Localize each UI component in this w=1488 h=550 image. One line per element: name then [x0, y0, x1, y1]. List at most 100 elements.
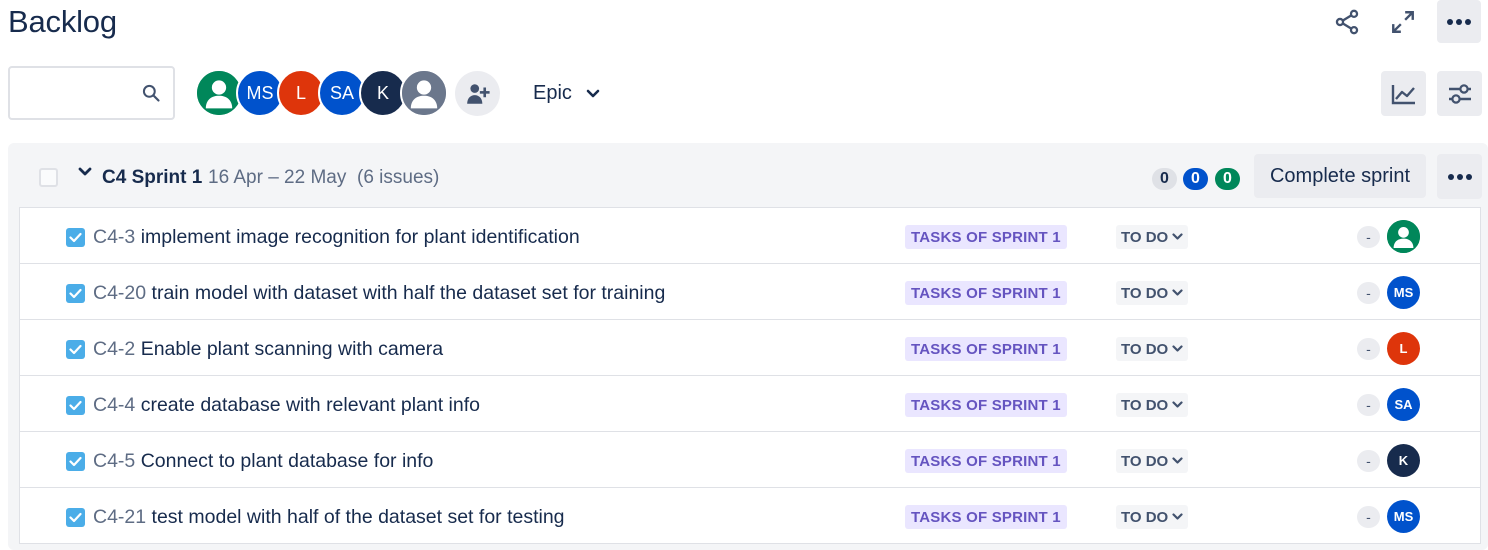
issue-key-and-summary[interactable]: C4-20 train model with dataset with half…: [93, 282, 665, 305]
issue-row[interactable]: C4-2 Enable plant scanning with camera TA…: [20, 320, 1480, 376]
epic-lozenge[interactable]: TASKS OF SPRINT 1: [905, 225, 1067, 249]
assignee-initials: MS: [1393, 509, 1414, 524]
status-dropdown[interactable]: TO DO: [1116, 225, 1189, 249]
status-label: TO DO: [1121, 508, 1169, 526]
checkbox-check-icon: [69, 400, 82, 411]
in-progress-count-badge: 0: [1183, 168, 1208, 190]
issue-key-and-summary[interactable]: C4-3 implement image recognition for pla…: [93, 226, 580, 249]
status-dropdown[interactable]: TO DO: [1116, 505, 1189, 529]
add-people-button[interactable]: [455, 71, 500, 116]
epic-lozenge[interactable]: TASKS OF SPRINT 1: [905, 505, 1067, 529]
assignee-initials: L: [1399, 341, 1408, 356]
view-settings-icon: [1448, 83, 1471, 104]
add-person-icon: [466, 83, 490, 104]
assignee-initials: MS: [1393, 285, 1414, 300]
story-points-badge[interactable]: -: [1357, 450, 1380, 472]
chevron-down-icon: [1172, 289, 1183, 296]
avatar-initials: SA: [329, 82, 354, 103]
task-type-icon: [66, 284, 85, 303]
issue-key-and-summary[interactable]: C4-21 test model with half of the datase…: [93, 506, 565, 529]
assignee-avatar[interactable]: K: [1387, 444, 1420, 477]
issue-summary[interactable]: test model with half of the dataset set …: [152, 506, 565, 528]
story-points-badge[interactable]: -: [1357, 506, 1380, 528]
default-avatar-icon: [402, 71, 446, 115]
status-dropdown[interactable]: TO DO: [1116, 337, 1189, 361]
chevron-down-icon: [1172, 457, 1183, 464]
fullscreen-button[interactable]: [1381, 0, 1425, 43]
issue-row[interactable]: C4-21 test model with half of the datase…: [20, 488, 1480, 544]
issue-key[interactable]: C4-4: [93, 394, 135, 416]
share-icon: [1335, 9, 1359, 34]
epic-lozenge[interactable]: TASKS OF SPRINT 1: [905, 449, 1067, 473]
issue-summary[interactable]: create database with relevant plant info: [141, 394, 480, 416]
search-input[interactable]: [8, 66, 175, 120]
epic-lozenge[interactable]: TASKS OF SPRINT 1: [905, 393, 1067, 417]
assignee-avatar[interactable]: L: [1387, 332, 1420, 365]
status-label: TO DO: [1121, 396, 1169, 414]
story-points-badge[interactable]: -: [1357, 338, 1380, 360]
chevron-down-icon: [1172, 513, 1183, 520]
issue-key[interactable]: C4-3: [93, 226, 135, 248]
checkbox-check-icon: [69, 288, 82, 299]
issue-row[interactable]: C4-5 Connect to plant database for info T…: [20, 432, 1480, 488]
issue-key-and-summary[interactable]: C4-4 create database with relevant plant…: [93, 394, 480, 417]
default-avatar-icon: [197, 71, 241, 115]
chevron-down-icon: [1172, 233, 1183, 240]
task-type-icon: [66, 508, 85, 527]
issue-key-and-summary[interactable]: C4-2 Enable plant scanning with camera: [93, 338, 443, 361]
search-icon: [142, 84, 160, 102]
sprint-name[interactable]: C4 Sprint 1: [102, 167, 202, 189]
issue-summary[interactable]: train model with dataset with half the d…: [152, 282, 666, 304]
assignee-avatar[interactable]: [1387, 220, 1420, 253]
assignee-initials: K: [1398, 453, 1409, 468]
task-type-icon: [66, 340, 85, 359]
issue-list: C4-3 implement image recognition for pla…: [19, 207, 1481, 544]
sprint-select-checkbox[interactable]: [39, 168, 58, 187]
epic-filter-label: Epic: [533, 82, 572, 104]
status-label: TO DO: [1121, 340, 1169, 358]
issue-key[interactable]: C4-2: [93, 338, 135, 360]
epic-lozenge[interactable]: TASKS OF SPRINT 1: [905, 337, 1067, 361]
issue-summary[interactable]: implement image recognition for plant id…: [141, 226, 580, 248]
search-field[interactable]: [18, 78, 133, 108]
status-dropdown[interactable]: TO DO: [1116, 393, 1189, 417]
more-actions-button[interactable]: [1437, 0, 1481, 43]
share-button[interactable]: [1325, 0, 1369, 43]
insights-icon: [1391, 84, 1415, 104]
epic-filter-dropdown[interactable]: Epic: [533, 82, 600, 105]
view-settings-button[interactable]: [1437, 71, 1482, 116]
chevron-down-icon: [1172, 401, 1183, 408]
issue-summary[interactable]: Connect to plant database for info: [141, 450, 434, 472]
sprint-container: C4 Sprint 1 16 Apr – 22 May (6 issues) 0…: [8, 143, 1488, 550]
page-title: Backlog: [8, 4, 117, 39]
task-type-icon: [66, 452, 85, 471]
avatar-filter[interactable]: [400, 69, 448, 117]
issue-row[interactable]: C4-20 train model with dataset with half…: [20, 264, 1480, 320]
issue-row[interactable]: C4-4 create database with relevant plant…: [20, 376, 1480, 432]
complete-sprint-button[interactable]: Complete sprint: [1254, 154, 1426, 198]
issue-key-and-summary[interactable]: C4-5 Connect to plant database for info: [93, 450, 433, 473]
assignee-avatar[interactable]: MS: [1387, 500, 1420, 533]
issue-key[interactable]: C4-5: [93, 450, 135, 472]
chevron-down-icon: [1172, 345, 1183, 352]
issue-key[interactable]: C4-21: [93, 506, 146, 528]
story-points-badge[interactable]: -: [1357, 394, 1380, 416]
insights-button[interactable]: [1381, 71, 1426, 116]
assignee-initials: SA: [1394, 397, 1413, 412]
sprint-more-button[interactable]: [1437, 154, 1482, 199]
assignee-avatar[interactable]: SA: [1387, 388, 1420, 421]
chevron-down-icon[interactable]: [78, 166, 92, 178]
status-dropdown[interactable]: TO DO: [1116, 449, 1189, 473]
issue-key[interactable]: C4-20: [93, 282, 146, 304]
status-dropdown[interactable]: TO DO: [1116, 281, 1189, 305]
checkbox-check-icon: [69, 232, 82, 243]
assignee-avatar[interactable]: MS: [1387, 276, 1420, 309]
checkbox-check-icon: [69, 456, 82, 467]
issue-summary[interactable]: Enable plant scanning with camera: [141, 338, 443, 360]
task-type-icon: [66, 396, 85, 415]
story-points-badge[interactable]: -: [1357, 226, 1380, 248]
task-type-icon: [66, 228, 85, 247]
issue-row[interactable]: C4-3 implement image recognition for pla…: [20, 208, 1480, 264]
story-points-badge[interactable]: -: [1357, 282, 1380, 304]
epic-lozenge[interactable]: TASKS OF SPRINT 1: [905, 281, 1067, 305]
